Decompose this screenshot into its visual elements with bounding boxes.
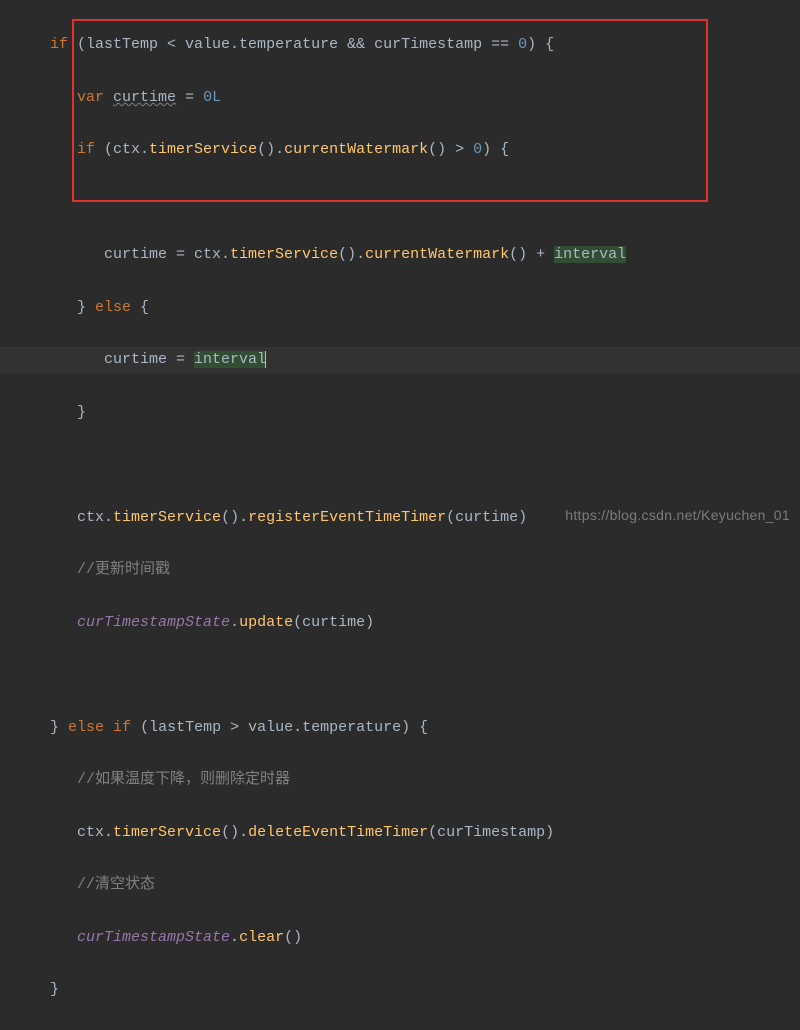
code-line: if (ctx.timerService().currentWatermark(… [0, 137, 800, 163]
code-line: } else { [0, 295, 800, 321]
code-line: //如果温度下降，则删除定时器 [0, 767, 800, 793]
code-line [0, 190, 800, 216]
code-line: if (lastTemp < value.temperature && curT… [0, 32, 800, 58]
code-line: } [0, 977, 800, 1003]
code-line: var curtime = 0L [0, 85, 800, 111]
code-line: } [0, 400, 800, 426]
code-line: } else if (lastTemp > value.temperature)… [0, 715, 800, 741]
code-line [0, 452, 800, 478]
watermark-text: https://blog.csdn.net/Keyuchen_01 [565, 503, 790, 528]
code-line: curTimestampState.clear() [0, 925, 800, 951]
code-line: //更新时间戳 [0, 557, 800, 583]
code-line-active: curtime = interval [0, 347, 800, 373]
code-line: ctx.timerService().deleteEventTimeTimer(… [0, 820, 800, 846]
code-line: curtime = ctx.timerService().currentWate… [0, 242, 800, 268]
code-line: //清空状态 [0, 872, 800, 898]
code-line: curTimestampState.update(curtime) [0, 610, 800, 636]
code-line [0, 662, 800, 688]
